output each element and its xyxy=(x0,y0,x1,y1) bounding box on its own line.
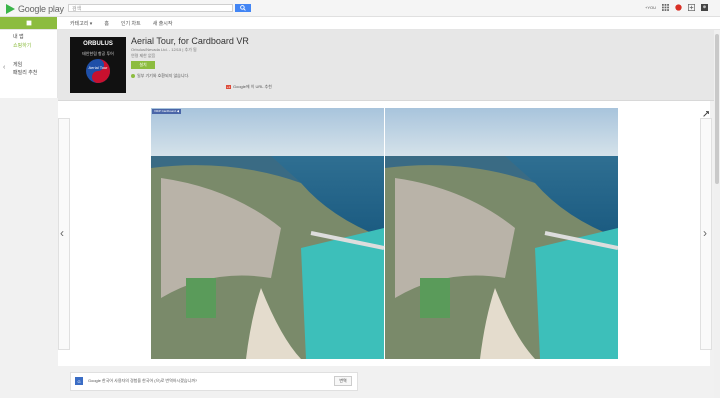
page-scrollbar[interactable] xyxy=(714,30,720,398)
apps-icon xyxy=(26,20,31,26)
compatibility-text: 일부 기기와 호환되지 않습니다. xyxy=(137,73,190,78)
app-icon: ORBULUS 태안한림 항공 투어 Aerial Tour xyxy=(70,37,126,93)
compatibility-note: 일부 기기와 호환되지 않습니다. xyxy=(131,73,189,79)
content-rating: 연령 제한 없음 xyxy=(131,53,156,58)
install-button[interactable]: 설치 xyxy=(131,61,155,69)
app-icon-caption: Aerial Tour xyxy=(88,65,108,70)
top-right-icons: +YOU xyxy=(645,4,708,11)
search-button[interactable] xyxy=(235,4,251,12)
apps-grid-icon[interactable] xyxy=(662,4,669,11)
share-plus-icon[interactable] xyxy=(688,4,695,11)
left-item-shop[interactable]: 쇼핑하기 xyxy=(13,42,31,49)
nav-home[interactable]: 홈 xyxy=(104,20,109,27)
translate-icon: G xyxy=(75,377,83,385)
check-icon xyxy=(131,74,135,78)
left-item-games[interactable]: 게임 xyxy=(13,61,22,68)
search-icon xyxy=(240,5,246,11)
play-triangle-icon xyxy=(6,3,15,14)
stereo-right-view xyxy=(385,108,618,359)
globe-icon xyxy=(86,59,110,83)
logo-text: Google play xyxy=(18,3,64,14)
chevron-left-icon[interactable]: ‹ xyxy=(3,64,5,71)
expand-icon[interactable] xyxy=(702,110,710,118)
google-play-logo[interactable]: Google play xyxy=(6,3,64,14)
nav-category[interactable]: 카테고리 ▾ xyxy=(70,20,92,27)
notification-icon[interactable] xyxy=(675,4,682,11)
app-icon-title: ORBULUS xyxy=(83,41,113,47)
nav-apps-tab[interactable] xyxy=(0,17,57,29)
app-title: Aerial Tour, for Cardboard VR xyxy=(131,36,249,46)
scrollbar-thumb[interactable] xyxy=(715,34,719,184)
nav-items: 카테고리 ▾ 홈 인기 차트 새 출시작 xyxy=(70,17,173,29)
left-item-family[interactable]: 패밀리 추천 xyxy=(13,69,37,76)
nav-new-releases[interactable]: 새 출시작 xyxy=(153,20,173,27)
left-item-my-apps[interactable]: 내 앱 xyxy=(13,33,24,40)
left-panel: 내 앱 쇼핑하기 게임 패밀리 추천 ‹ xyxy=(0,30,58,98)
translate-button[interactable]: 번역 xyxy=(334,376,352,386)
app-screenshot[interactable] xyxy=(151,108,618,359)
next-screenshot-arrow[interactable]: › xyxy=(703,226,707,240)
stereo-left-view xyxy=(151,108,385,359)
nav-top-charts[interactable]: 인기 차트 xyxy=(121,20,141,27)
gplus-button[interactable]: +1 xyxy=(226,85,231,89)
translate-notice-text: Google 한국어 사용자의 경험을 한국어 (으)로 번역하시겠습니까? xyxy=(88,378,198,383)
gplus-text: Google에 이 URL 추천 xyxy=(233,84,272,89)
screenshot-tag: VRiP Cardboard ◀ xyxy=(152,109,181,114)
prev-screenshot-arrow[interactable]: ‹ xyxy=(60,226,64,240)
gplus-recommend[interactable]: +1 Google에 이 URL 추천 xyxy=(226,84,272,90)
avatar[interactable] xyxy=(701,4,708,11)
user-label[interactable]: +YOU xyxy=(645,5,656,10)
search-input[interactable]: 검색 xyxy=(68,4,233,12)
